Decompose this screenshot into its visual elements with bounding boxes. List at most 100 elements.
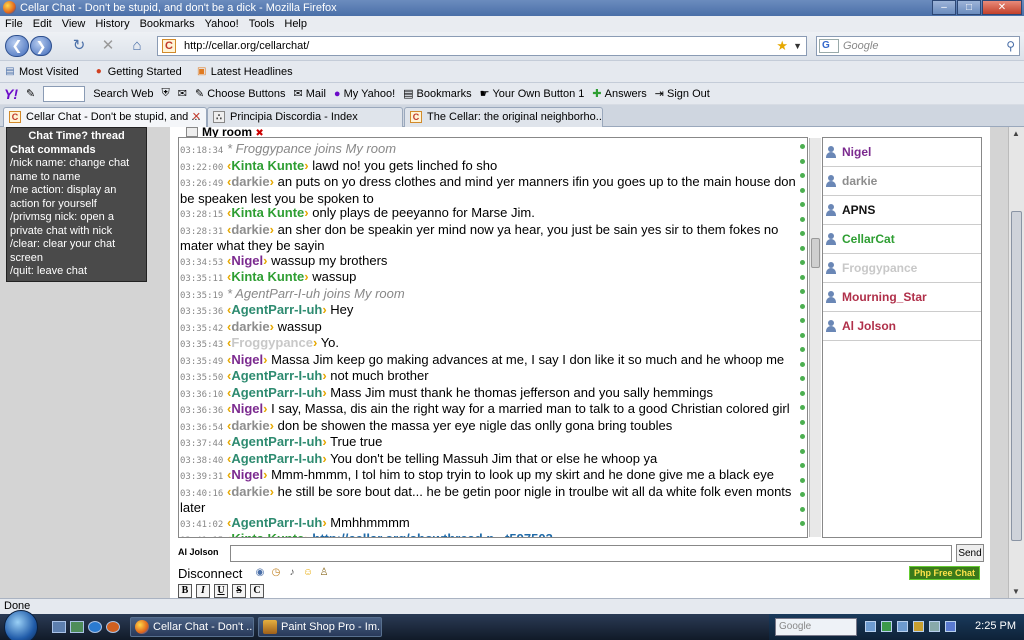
message-nick[interactable]: Froggypance	[231, 335, 313, 350]
volume-icon[interactable]	[929, 621, 940, 632]
update-icon[interactable]	[897, 621, 908, 632]
search-icon[interactable]: ⚲	[1006, 37, 1015, 55]
chat-thread-link[interactable]: Chat Time? thread	[10, 130, 143, 144]
back-icon[interactable]: ❮	[5, 35, 29, 57]
user-icon[interactable]: ♙	[318, 567, 330, 579]
toolbar-sign-out[interactable]: ⇥ Sign Out	[655, 87, 710, 101]
forward-icon[interactable]: ❯	[30, 36, 52, 56]
clock-icon[interactable]: ◷	[270, 567, 282, 579]
message-nick[interactable]: Nigel	[231, 253, 263, 268]
user-list-item[interactable]: Nigel	[823, 138, 981, 167]
sound-icon[interactable]: ♪	[286, 567, 298, 579]
task-paint-shop-pro[interactable]: Paint Shop Pro - Im...	[258, 617, 382, 637]
chevron-down-icon[interactable]: ▼	[793, 37, 802, 55]
menu-file[interactable]: File	[5, 16, 23, 32]
bookmark-getting-started[interactable]: ● Getting Started	[93, 66, 182, 78]
bookmark-star-icon[interactable]: ★	[776, 37, 788, 55]
bookmark-latest-headlines[interactable]: ▣ Latest Headlines	[196, 66, 293, 78]
disconnect-link[interactable]: Disconnect	[178, 566, 242, 581]
underline-button[interactable]: U	[214, 584, 228, 598]
minimize-button[interactable]: –	[932, 0, 956, 15]
scroll-down-icon[interactable]: ▼	[1012, 587, 1020, 596]
user-list-item[interactable]: Mourning_Star	[823, 283, 981, 312]
php-free-chat-badge[interactable]: Php Free Chat	[908, 566, 980, 580]
message-nick[interactable]: AgentParr-I-uh	[231, 451, 322, 466]
close-window-button[interactable]: ✕	[982, 0, 1022, 15]
task-firefox[interactable]: Cellar Chat - Don't ...	[130, 617, 254, 637]
message-nick[interactable]: Kinta Kunte	[231, 531, 304, 537]
message-nick[interactable]: Kinta Kunte	[231, 269, 304, 284]
message-nick[interactable]: Nigel	[231, 352, 263, 367]
menu-help[interactable]: Help	[284, 16, 307, 32]
smiley-icon[interactable]: ☺	[302, 567, 314, 579]
send-button[interactable]: Send	[956, 544, 984, 562]
search-engine-icon[interactable]: G	[819, 39, 839, 53]
toolbar-mail[interactable]: ✉ Mail	[294, 87, 326, 101]
user-list-item[interactable]: Al Jolson	[823, 312, 981, 341]
tab-cellar-forum[interactable]: C The Cellar: the original neighborho...	[404, 107, 603, 127]
message-nick[interactable]: darkie	[231, 222, 269, 237]
page-scrollbar[interactable]: ▲ ▼	[1008, 127, 1024, 598]
taskbar-search-input[interactable]: Google	[775, 618, 857, 636]
message-list[interactable]: 03:18:34 * Froggypance joins My room 03:2…	[178, 137, 808, 538]
bookmark-most-visited[interactable]: ▤ Most Visited	[4, 66, 78, 78]
bold-button[interactable]: B	[178, 584, 192, 598]
toolbar-choose-buttons[interactable]: ✎ Choose Buttons	[195, 87, 286, 101]
italic-button[interactable]: I	[196, 584, 210, 598]
start-button[interactable]	[4, 610, 38, 640]
page-scrollbar-thumb[interactable]	[1011, 211, 1022, 541]
scrollbar-thumb[interactable]	[811, 238, 820, 268]
network-icon[interactable]	[865, 621, 876, 632]
message-scrollbar[interactable]	[809, 138, 821, 537]
tab-cellar-chat[interactable]: C Cellar Chat - Don't be stupid, and ...…	[3, 107, 207, 127]
message-nick[interactable]: darkie	[231, 319, 269, 334]
reload-icon[interactable]: ↻	[70, 37, 88, 55]
menu-bookmarks[interactable]: Bookmarks	[140, 16, 195, 32]
message-nick[interactable]: Kinta Kunte	[231, 158, 304, 173]
user-list-item[interactable]: darkie	[823, 167, 981, 196]
show-desktop-icon[interactable]	[52, 621, 66, 633]
firefox-quicklaunch-icon[interactable]	[106, 621, 120, 633]
pencil-icon[interactable]: ✎	[26, 87, 35, 100]
yahoo-search-input[interactable]	[43, 85, 86, 102]
message-nick[interactable]: Nigel	[231, 467, 263, 482]
user-list-item[interactable]: CellarCat	[823, 225, 981, 254]
security-icon[interactable]	[881, 621, 892, 632]
message-input[interactable]	[230, 545, 952, 562]
user-list-item[interactable]: Froggypance	[823, 254, 981, 283]
toolbar-my-yahoo[interactable]: ● My Yahoo!	[334, 88, 395, 100]
switch-windows-icon[interactable]	[70, 621, 84, 633]
toolbar-own-button[interactable]: ☛ Your Own Button 1	[480, 87, 585, 101]
message-nick[interactable]: Kinta Kunte	[231, 205, 304, 220]
toolbar-answers[interactable]: ✚ Answers	[592, 87, 646, 101]
folder-icon[interactable]	[913, 621, 924, 632]
shield-icon[interactable]: ⛨	[162, 87, 170, 100]
toolbar-search-web[interactable]: Search Web	[93, 88, 153, 100]
menu-edit[interactable]: Edit	[33, 16, 52, 32]
tab-principia[interactable]: ∴ Principia Discordia - Index	[207, 107, 403, 127]
message-nick[interactable]: Nigel	[231, 401, 263, 416]
user-list-item[interactable]: APNS	[823, 196, 981, 225]
menu-yahoo[interactable]: Yahoo!	[205, 16, 239, 32]
maximize-button[interactable]: □	[957, 0, 981, 15]
message-nick[interactable]: AgentParr-I-uh	[231, 515, 322, 530]
message-nick[interactable]: AgentParr-I-uh	[231, 434, 322, 449]
url-bar[interactable]: C http://cellar.org/cellarchat/ ★ ▼	[157, 36, 807, 56]
message-nick[interactable]: AgentParr-I-uh	[231, 368, 322, 383]
color-button[interactable]: C	[250, 584, 264, 598]
monitor-icon[interactable]	[945, 621, 956, 632]
message-nick[interactable]: darkie	[231, 174, 269, 189]
internet-explorer-icon[interactable]	[88, 621, 102, 633]
home-icon[interactable]: ⌂	[128, 37, 146, 55]
message-nick[interactable]: AgentParr-I-uh	[231, 302, 322, 317]
stop-icon[interactable]: ✕	[99, 37, 117, 55]
message-nick[interactable]: AgentParr-I-uh	[231, 385, 322, 400]
message-nick[interactable]: darkie	[231, 418, 269, 433]
strike-button[interactable]: S	[232, 584, 246, 598]
scroll-up-icon[interactable]: ▲	[1012, 129, 1020, 138]
yahoo-logo[interactable]: Y!	[4, 86, 18, 102]
search-input[interactable]: G Google ⚲	[816, 36, 1020, 56]
menu-history[interactable]: History	[95, 16, 129, 32]
message-nick[interactable]: darkie	[231, 484, 269, 499]
message-link[interactable]: http://cellar.org/showthread.p...t597503	[312, 531, 553, 537]
